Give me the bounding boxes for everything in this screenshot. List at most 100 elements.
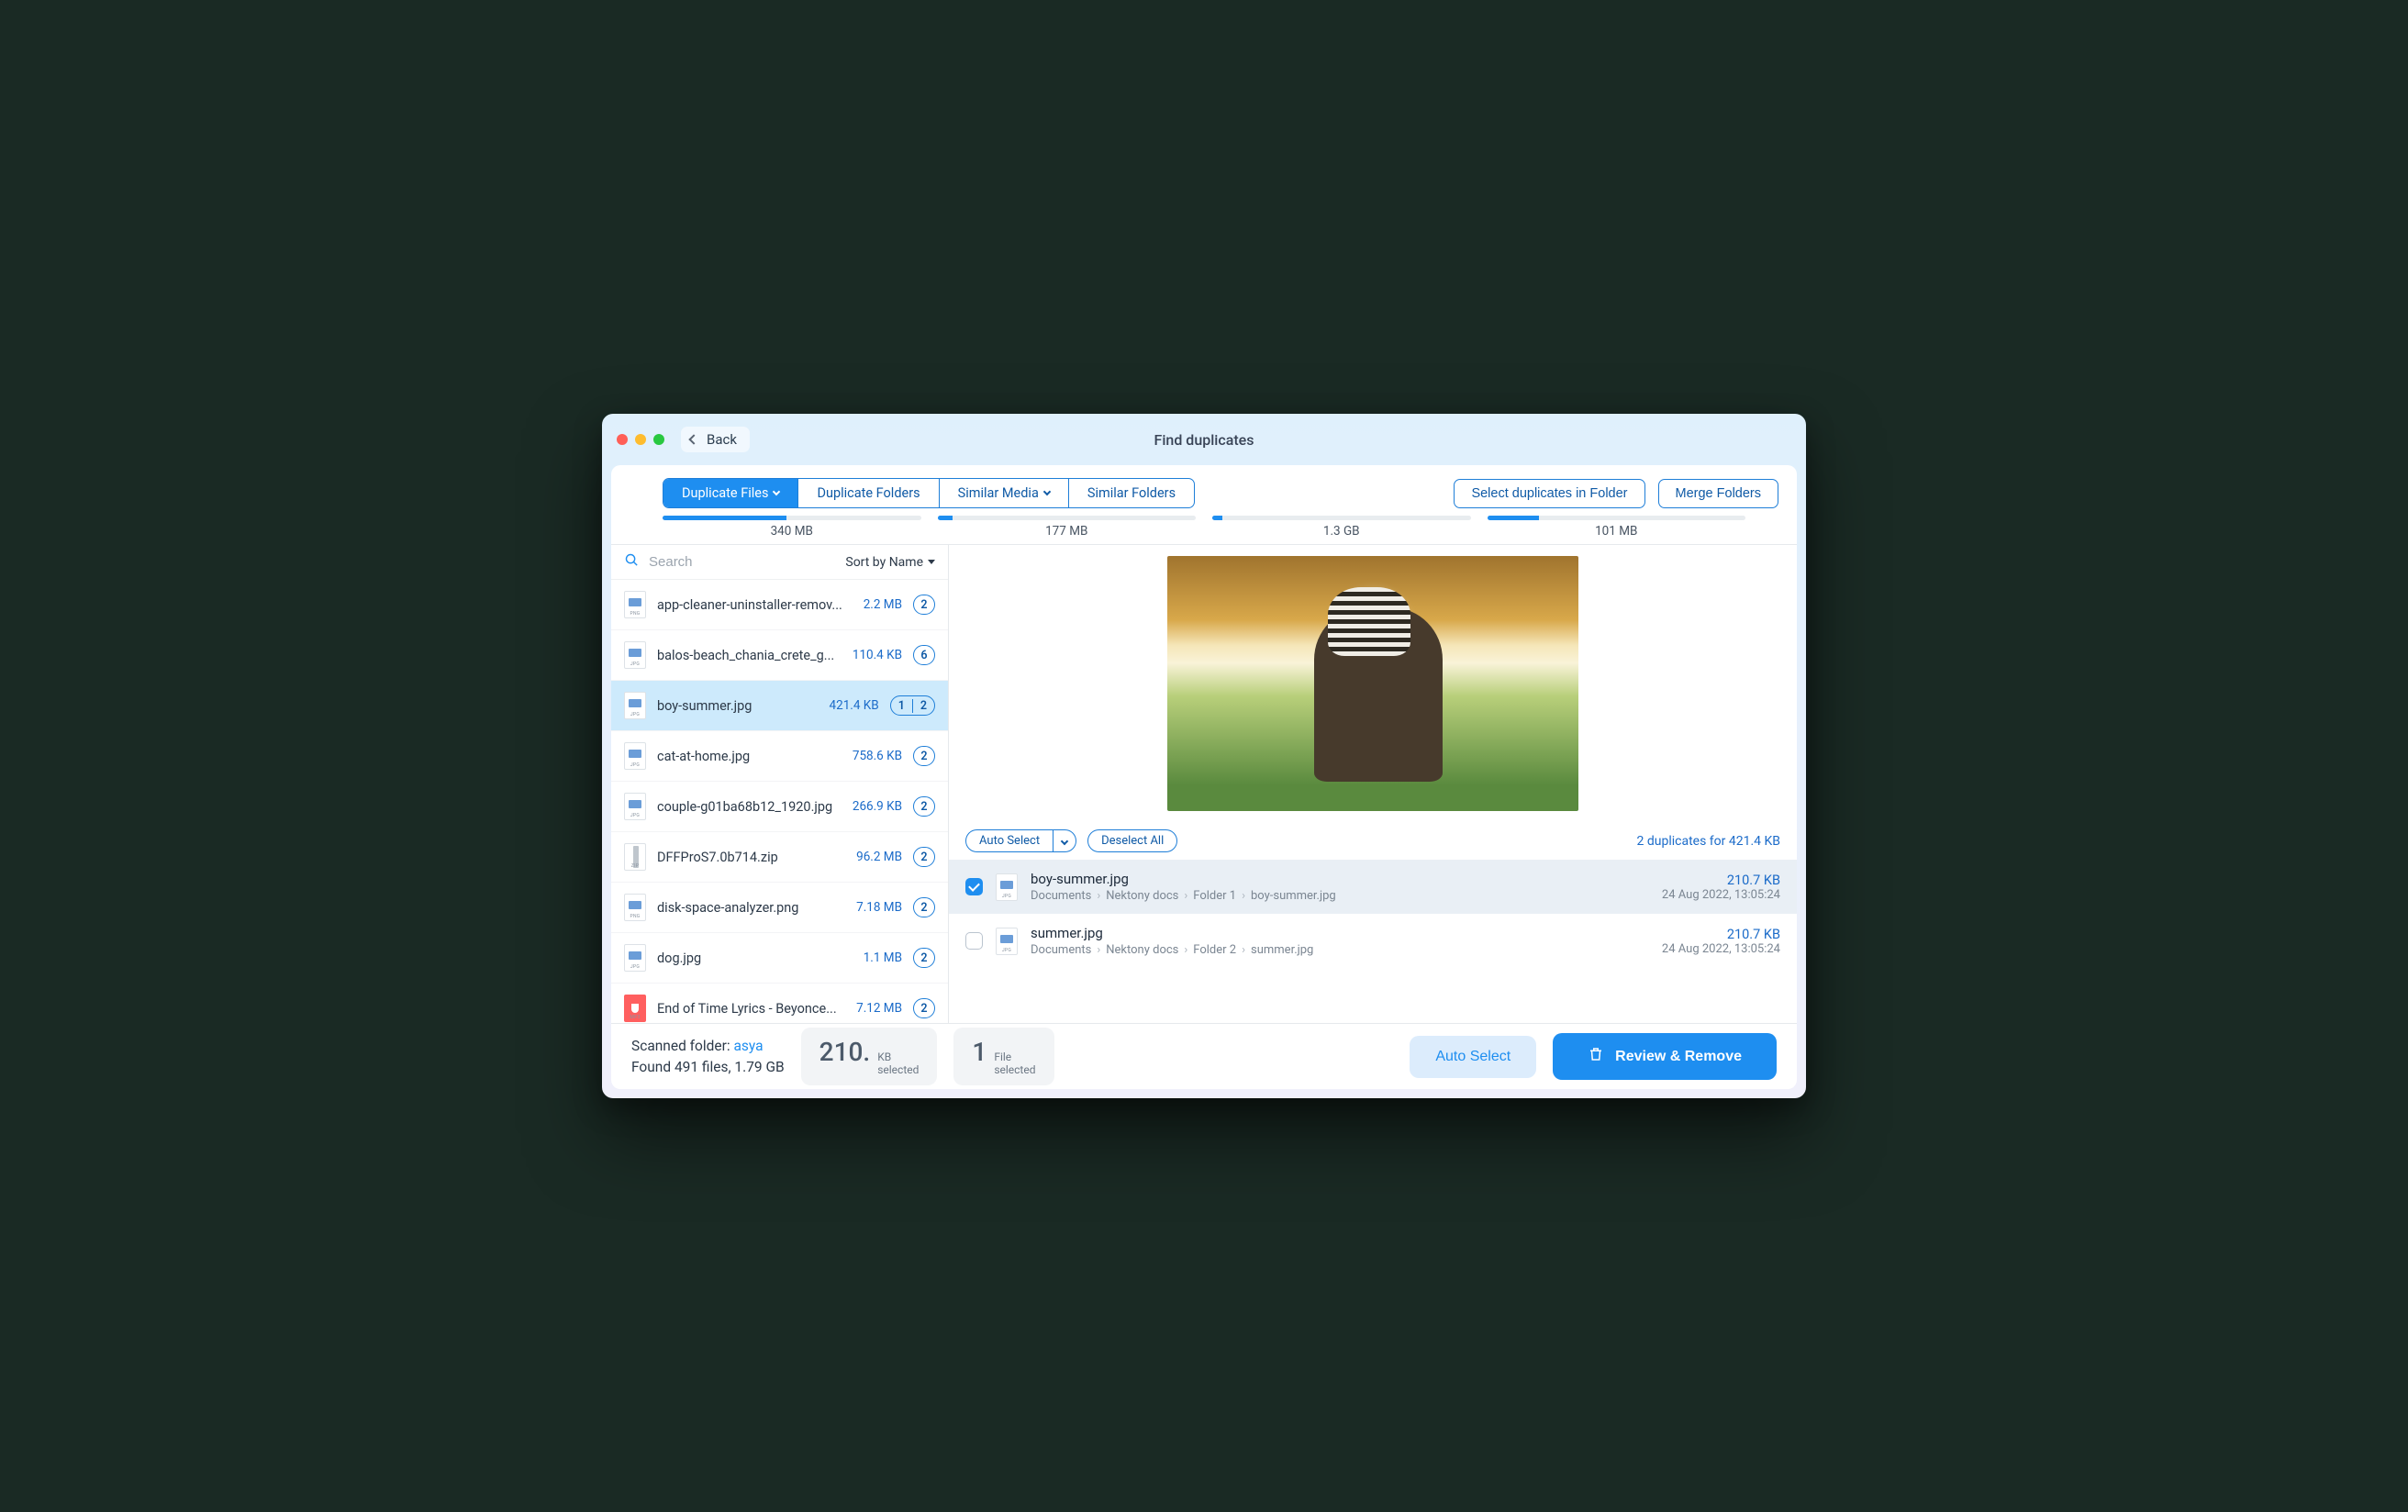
duplicate-info: boy-summer.jpgDocuments › Nektony docs ›…	[1031, 871, 1649, 903]
merge-folders-button[interactable]: Merge Folders	[1658, 479, 1778, 508]
meter-bar	[663, 516, 921, 520]
scan-info: Scanned folder: asya Found 491 files, 1.…	[631, 1036, 785, 1077]
scanned-folder-label: Scanned folder:	[631, 1038, 733, 1054]
meter-label: 101 MB	[1595, 524, 1637, 539]
tab-similar-media[interactable]: Similar Media	[940, 479, 1069, 507]
file-row[interactable]: dog.jpg1.1 MB2	[611, 933, 948, 984]
file-row[interactable]: balos-beach_chania_crete_g...110.4 KB6	[611, 630, 948, 681]
file-name: couple-g01ba68b12_1920.jpg	[657, 799, 842, 815]
tab-label: Similar Media	[958, 485, 1039, 501]
checkbox[interactable]	[965, 878, 983, 895]
file-type-icon	[996, 928, 1018, 955]
scanned-folder-link[interactable]: asya	[733, 1038, 763, 1054]
count-badge: 2	[913, 746, 935, 766]
count-badge: 2	[913, 897, 935, 917]
metric-value: 210.	[819, 1037, 871, 1067]
search-row: Sort by Name	[611, 545, 948, 580]
sort-label: Sort by Name	[845, 555, 923, 570]
file-size: 758.6 KB	[853, 749, 902, 763]
file-name: End of Time Lyrics - Beyonce...	[657, 1001, 845, 1017]
review-remove-button[interactable]: Review & Remove	[1553, 1033, 1777, 1080]
tab-label: Duplicate Files	[682, 485, 768, 501]
size-meter: 177 MB	[938, 516, 1197, 539]
checkbox[interactable]	[965, 932, 983, 950]
file-type-icon	[624, 742, 646, 770]
metric-sub: selected	[994, 1063, 1035, 1076]
review-remove-label: Review & Remove	[1615, 1049, 1742, 1065]
tabs-row: Duplicate Files Duplicate Folders Simila…	[611, 465, 1797, 508]
file-row[interactable]: cat-at-home.jpg 758.6 KB 2	[611, 731, 948, 782]
content-panel: Duplicate Files Duplicate Folders Simila…	[611, 465, 1797, 1089]
auto-select-dropdown[interactable]: Auto Select	[965, 829, 1076, 852]
duplicate-row[interactable]: summer.jpgDocuments › Nektony docs › Fol…	[949, 914, 1797, 968]
meter-bar	[1212, 516, 1471, 520]
selected-size-metric: 210. KBselected	[801, 1028, 938, 1086]
caret-down-icon	[928, 560, 935, 564]
select-duplicates-in-folder-button[interactable]: Select duplicates in Folder	[1454, 479, 1644, 508]
file-size: 96.2 MB	[856, 850, 902, 864]
file-row[interactable]: disk-space-analyzer.png7.18 MB2	[611, 883, 948, 933]
found-files-line: Found 491 files, 1.79 GB	[631, 1057, 785, 1077]
file-size: 7.18 MB	[856, 900, 902, 915]
file-row[interactable]: app-cleaner-uninstaller-remov...2.2 MB2	[611, 580, 948, 630]
count-badge: 12	[890, 695, 935, 716]
tab-duplicate-folders[interactable]: Duplicate Folders	[798, 479, 939, 507]
deselect-all-button[interactable]: Deselect All	[1087, 829, 1177, 852]
file-size: 110.4 KB	[853, 648, 902, 662]
file-name: dog.jpg	[657, 951, 853, 966]
meter-label: 1.3 GB	[1323, 524, 1360, 539]
file-name: app-cleaner-uninstaller-remov...	[657, 597, 853, 613]
file-list[interactable]: app-cleaner-uninstaller-remov...2.2 MB2b…	[611, 580, 948, 1023]
minimize-window-icon[interactable]	[635, 434, 646, 445]
file-type-icon	[996, 873, 1018, 901]
search-input[interactable]	[649, 554, 836, 570]
file-type-icon	[624, 793, 646, 820]
back-button[interactable]: Back	[681, 427, 750, 452]
count-badge: 2	[913, 595, 935, 615]
file-size: 421.4 KB	[830, 698, 879, 713]
duplicate-size: 210.7 KB	[1662, 873, 1780, 888]
duplicate-date: 24 Aug 2022, 13:05:24	[1662, 888, 1780, 902]
file-row[interactable]: DFFProS7.0b714.zip96.2 MB2	[611, 832, 948, 883]
count-badge: 2	[913, 948, 935, 968]
app-window: Back Find duplicates Duplicate Files Dup…	[602, 414, 1806, 1098]
file-list-panel: Sort by Name app-cleaner-uninstaller-rem…	[611, 545, 949, 1023]
tab-label: Duplicate Folders	[817, 485, 920, 501]
file-row[interactable]: couple-g01ba68b12_1920.jpg 266.9 KB 2	[611, 782, 948, 832]
tab-label: Similar Folders	[1087, 485, 1176, 501]
duplicate-name: summer.jpg	[1031, 925, 1649, 941]
fullscreen-window-icon[interactable]	[653, 434, 664, 445]
file-type-icon	[624, 995, 646, 1022]
preview-image	[1167, 556, 1578, 811]
file-name: balos-beach_chania_crete_g...	[657, 648, 842, 663]
count-badge: 2	[913, 796, 935, 817]
file-type-icon	[624, 843, 646, 871]
duplicate-row[interactable]: boy-summer.jpgDocuments › Nektony docs ›…	[949, 860, 1797, 914]
main-area: Sort by Name app-cleaner-uninstaller-rem…	[611, 544, 1797, 1023]
meter-bar	[938, 516, 1197, 520]
metric-sub: selected	[877, 1063, 919, 1076]
file-name: cat-at-home.jpg	[657, 749, 842, 764]
size-meter: 340 MB	[663, 516, 921, 539]
duplicate-date: 24 Aug 2022, 13:05:24	[1662, 942, 1780, 956]
search-icon	[624, 552, 640, 572]
sort-dropdown[interactable]: Sort by Name	[845, 555, 935, 570]
auto-select-button[interactable]: Auto Select	[1410, 1036, 1536, 1078]
window-controls	[617, 434, 664, 445]
duplicate-list: boy-summer.jpgDocuments › Nektony docs ›…	[949, 860, 1797, 1023]
tab-similar-folders[interactable]: Similar Folders	[1069, 479, 1194, 507]
file-name: boy-summer.jpg	[657, 698, 819, 714]
size-meters: 340 MB 177 MB 1.3 GB 101 MB	[611, 508, 1797, 544]
tab-duplicate-files[interactable]: Duplicate Files	[663, 479, 798, 507]
file-row[interactable]: boy-summer.jpg 421.4 KB 12	[611, 681, 948, 731]
category-tabs: Duplicate Files Duplicate Folders Simila…	[663, 478, 1195, 508]
file-row[interactable]: End of Time Lyrics - Beyonce...7.12 MB2	[611, 984, 948, 1023]
file-type-icon	[624, 894, 646, 921]
file-size: 7.12 MB	[856, 1001, 902, 1016]
chevron-down-icon	[1043, 488, 1051, 495]
file-size: 266.9 KB	[853, 799, 902, 814]
file-type-icon	[624, 641, 646, 669]
close-window-icon[interactable]	[617, 434, 628, 445]
size-meter: 1.3 GB	[1212, 516, 1471, 539]
metric-unit: File	[994, 1051, 1035, 1063]
